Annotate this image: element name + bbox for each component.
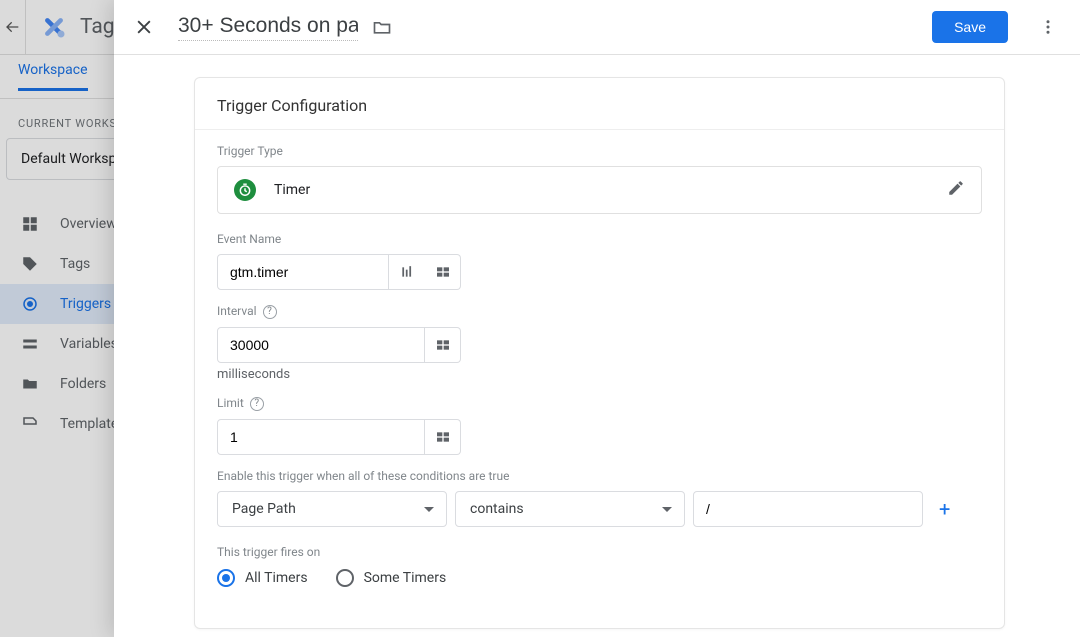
trigger-name-input[interactable] <box>178 14 358 41</box>
help-icon[interactable]: ? <box>263 305 277 319</box>
radio-some-timers[interactable]: Some Timers <box>336 569 447 587</box>
save-button[interactable]: Save <box>932 11 1008 43</box>
event-name-input[interactable] <box>217 254 389 290</box>
close-button[interactable] <box>124 7 164 47</box>
radio-label: All Timers <box>245 570 308 586</box>
more-menu-button[interactable] <box>1030 9 1066 45</box>
dashboard-icon <box>20 214 40 234</box>
timer-icon <box>234 179 256 201</box>
radio-all-timers[interactable]: All Timers <box>217 569 308 587</box>
variables-icon <box>20 334 40 354</box>
event-name-label: Event Name <box>217 232 982 246</box>
card-title: Trigger Configuration <box>195 78 1004 130</box>
nav-label: Folders <box>60 376 106 392</box>
nav-label: Variables <box>60 336 118 352</box>
interval-hint: milliseconds <box>217 367 982 382</box>
page-title: Tag <box>80 15 115 39</box>
trigger-type-label: Trigger Type <box>217 144 982 158</box>
gtm-logo-icon <box>40 13 68 41</box>
tab-workspace[interactable]: Workspace <box>18 62 88 91</box>
limit-input[interactable] <box>217 419 425 455</box>
radio-icon <box>217 569 235 587</box>
nav-label: Triggers <box>60 296 111 312</box>
target-icon <box>20 294 40 314</box>
trigger-config-card: Trigger Configuration Trigger Type Timer… <box>194 77 1005 629</box>
edit-icon[interactable] <box>947 179 965 201</box>
interval-input[interactable] <box>217 327 425 363</box>
trigger-editor-panel: Save Trigger Configuration Trigger Type … <box>114 0 1080 637</box>
limit-label: Limit? <box>217 396 982 411</box>
nav-label: Overview <box>60 216 117 232</box>
format-icon[interactable] <box>389 254 425 290</box>
variable-picker-icon[interactable] <box>425 327 461 363</box>
radio-label: Some Timers <box>364 570 447 586</box>
interval-label: Interval? <box>217 304 982 319</box>
nav-label: Tags <box>60 256 90 272</box>
conditions-label: Enable this trigger when all of these co… <box>217 469 982 483</box>
condition-variable-select[interactable]: Page Path <box>217 491 447 527</box>
fires-on-label: This trigger fires on <box>217 545 982 559</box>
trigger-type-row[interactable]: Timer <box>217 166 982 214</box>
condition-value-input[interactable] <box>693 491 923 527</box>
template-icon <box>20 414 40 434</box>
tag-icon <box>20 254 40 274</box>
folder-icon[interactable] <box>372 17 392 37</box>
condition-operator-select[interactable]: contains <box>455 491 685 527</box>
add-condition-button[interactable]: + <box>931 499 958 519</box>
variable-picker-icon[interactable] <box>425 419 461 455</box>
variable-picker-icon[interactable] <box>425 254 461 290</box>
folder-icon <box>20 374 40 394</box>
help-icon[interactable]: ? <box>250 397 264 411</box>
back-button[interactable] <box>0 0 26 55</box>
radio-icon <box>336 569 354 587</box>
trigger-type-value: Timer <box>274 182 929 198</box>
